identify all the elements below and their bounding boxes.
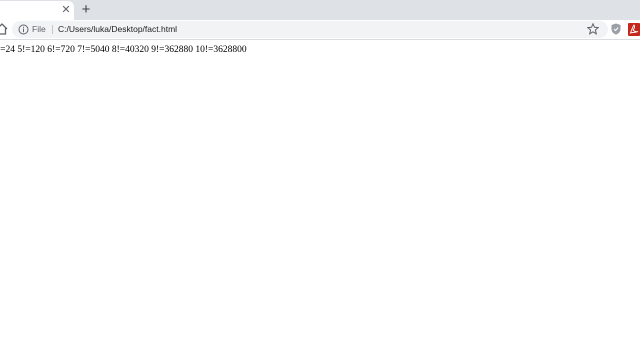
home-icon[interactable] (0, 22, 8, 36)
star-icon[interactable] (587, 23, 599, 35)
close-icon[interactable]: ✕ (60, 3, 72, 17)
omnibox-divider (52, 25, 53, 34)
browser-toolbar: File C:/Users/luka/Desktop/fact.html (0, 20, 640, 40)
url-text[interactable]: C:/Users/luka/Desktop/fact.html (58, 21, 177, 38)
shield-extension-icon[interactable] (611, 23, 621, 35)
active-tab[interactable]: ✕ (0, 1, 74, 20)
pdf-extension-icon[interactable] (628, 23, 640, 36)
address-bar[interactable]: File C:/Users/luka/Desktop/fact.html (12, 21, 608, 38)
tab-strip: ✕ + (0, 0, 640, 20)
factorial-output: !=24 5!=120 6!=720 7!=5040 8!=40320 9!=3… (0, 45, 247, 55)
file-label[interactable]: File (32, 21, 46, 38)
plus-icon[interactable]: + (78, 1, 94, 19)
info-icon[interactable] (18, 24, 29, 35)
